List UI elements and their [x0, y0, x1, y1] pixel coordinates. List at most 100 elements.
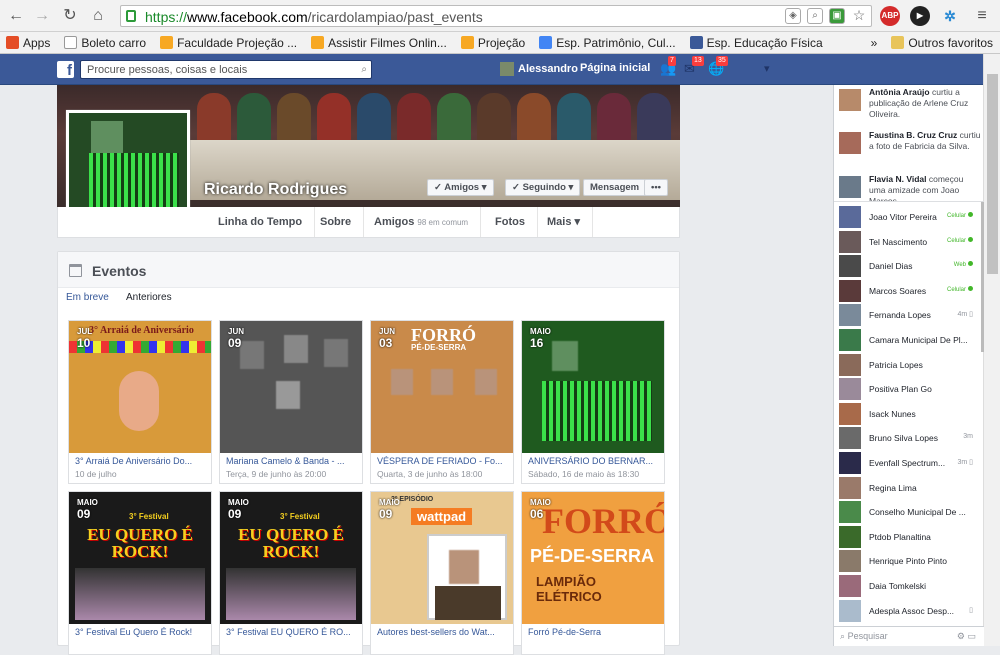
chat-friend[interactable]: Daniel Dias Web [839, 255, 979, 278]
play-icon[interactable]: ▶ [910, 6, 930, 26]
facebook-logo-icon[interactable]: f [57, 61, 74, 79]
page-scrollbar[interactable] [983, 54, 1000, 646]
event-card[interactable]: MAIO 16 ANIVERSÁRIO DO BERNAR... Sábado, 16… [521, 320, 665, 484]
event-title-link[interactable]: Autores best-sellers do Wat... [377, 627, 509, 637]
menu-icon[interactable]: ≡ [972, 6, 992, 26]
event-card[interactable]: 3° Arraiá de Aniversário JUL 10 3° Arraiá D… [68, 320, 212, 484]
bookmark-5[interactable]: Esp. Patrimônio, Cul... [533, 36, 683, 50]
event-card[interactable]: FORRÓ PÉ-DE-SERRA LAMPIÃO ELÉTRICO MAIO 06 Fo… [521, 491, 665, 655]
bookmark-6[interactable]: Esp. Educação Física [684, 36, 831, 50]
chat-friend[interactable]: Bruno Silva Lopes 3m [839, 427, 979, 450]
address-bar[interactable]: https://www.facebook.com/ricardolampiao/… [120, 5, 872, 27]
chat-friend[interactable]: Joao Vitor Pereira Celular [839, 206, 979, 228]
tab-past[interactable]: Anteriores [126, 292, 172, 303]
event-title-link[interactable]: 3° Festival Eu Quero É Rock! [75, 627, 207, 637]
chat-friend[interactable]: Marcos Soares Celular [839, 279, 979, 302]
shield-icon[interactable]: ◈ [785, 8, 801, 24]
scrollbar-thumb[interactable] [987, 74, 998, 274]
chat-friend[interactable]: Evenfall Spectrum... 3m ▯ [839, 452, 979, 474]
following-button[interactable]: ✓ Seguindo ▾ [505, 179, 581, 196]
chat-friend[interactable]: Conselho Municipal De ... [839, 501, 979, 524]
chat-friend[interactable]: Daia Tomkelski [839, 575, 979, 597]
event-title-link[interactable]: 3° Arraiá De Aniversário Do... [75, 456, 207, 466]
tab-upcoming[interactable]: Em breve [66, 292, 109, 303]
chat-scrollbar[interactable] [981, 202, 984, 352]
url-domain: www.facebook.com [187, 9, 308, 25]
friend-name: Daniel Dias [869, 261, 913, 272]
event-title-link[interactable]: Mariana Camelo & Banda - ... [226, 456, 358, 466]
tab-more[interactable]: Mais ▾ [535, 207, 594, 237]
chat-friend[interactable]: Fernanda Lopes 4m ▯ [839, 304, 979, 327]
search-placeholder: Procure pessoas, coisas e locais [87, 64, 248, 76]
bookmark-4[interactable]: Projeção [455, 36, 533, 50]
extension-bug-icon[interactable]: ✲ [940, 6, 960, 26]
event-title-link[interactable]: VÉSPERA DE FERIADO - Fo... [377, 456, 509, 466]
event-card[interactable]: FORRÓ PÉ-DE-SERRA JUN 03 VÉSPERA DE FERIADO … [370, 320, 514, 484]
event-title-link[interactable]: Forró Pé-de-Serra [528, 627, 660, 637]
chat-friend[interactable]: Adespla Assoc Desp... ▯ [839, 599, 979, 622]
star-icon[interactable]: ☆ [851, 8, 867, 24]
bookmarks-more-button[interactable]: » [865, 36, 886, 50]
tab-photos[interactable]: Fotos [483, 207, 538, 237]
bookmark-1[interactable]: Boleto carro [58, 36, 154, 50]
notifications-icon[interactable]: 🌐 35 [708, 56, 728, 77]
tab-timeline[interactable]: Linha do Tempo [206, 207, 316, 237]
avatar [839, 476, 861, 499]
message-button[interactable]: Mensagem [583, 179, 647, 196]
event-image[interactable]: MAIO 16 [522, 321, 664, 453]
chat-friend[interactable]: Tel Nascimento Celular [839, 230, 979, 253]
zoom-icon[interactable]: ⌕ [807, 8, 823, 24]
event-title-link[interactable]: 3° Festival EU QUERO É RO... [226, 627, 358, 637]
event-image[interactable]: JUN 09 [220, 321, 362, 453]
home-icon[interactable]: ⌂ [88, 6, 108, 26]
search-icon[interactable]: ⌕ [361, 64, 367, 75]
chat-friend[interactable]: Camara Municipal De Pl... [839, 329, 979, 351]
chat-search-input[interactable]: ⌕ Pesquisar ⚙ ▭ [834, 626, 984, 646]
back-icon[interactable]: ← [6, 6, 26, 26]
reload-icon[interactable]: ↻ [60, 6, 80, 26]
event-card[interactable]: 3° Festival EU QUERO É ROCK! MAIO 09 3° Fest… [68, 491, 212, 655]
avatar [839, 525, 861, 548]
avatar [839, 230, 861, 253]
search-input[interactable]: Procure pessoas, coisas e locais ⌕ [80, 60, 372, 79]
event-card[interactable]: JUN 09 Mariana Camelo & Banda - ... Terça, … [219, 320, 363, 484]
tab-friends[interactable]: Amigos 98 em comum [362, 207, 482, 237]
chat-friend[interactable]: Positiva Plan Go [839, 378, 979, 401]
profile-name[interactable]: Ricardo Rodrigues [204, 181, 347, 199]
friend-requests-icon[interactable]: 👥 7 [660, 56, 678, 77]
events-title[interactable]: Eventos [92, 263, 146, 279]
friends-button[interactable]: ✓ Amigos ▾ [427, 179, 494, 196]
event-card[interactable]: 3° Festival EU QUERO É ROCK! MAIO 09 3° Fest… [219, 491, 363, 655]
event-image[interactable]: 3° Festival EU QUERO É ROCK! MAIO 09 [69, 492, 211, 624]
account-menu-icon[interactable]: ▾ [764, 62, 770, 75]
friend-status: Celular [947, 212, 973, 219]
chat-friend[interactable]: Henrique Pinto Pinto [839, 550, 979, 573]
user-profile-link[interactable]: Alessandro [500, 62, 578, 76]
chat-friend[interactable]: Isack Nunes [839, 402, 979, 425]
event-card[interactable]: 2º EPISÓDIO wattpad MAIO 09 Autores best-sel… [370, 491, 514, 655]
event-title-link[interactable]: ANIVERSÁRIO DO BERNAR... [528, 456, 660, 466]
forward-icon[interactable]: → [32, 6, 52, 26]
extension-icon[interactable]: ▣ [829, 8, 845, 24]
adblock-icon[interactable]: ABP [880, 6, 900, 26]
messages-icon[interactable]: ✉ 13 [684, 56, 704, 77]
chat-friend[interactable]: Regina Lima [839, 476, 979, 499]
url-text[interactable]: https://www.facebook.com/ricardolampiao/… [145, 9, 483, 25]
event-image[interactable]: 3° Festival EU QUERO É ROCK! MAIO 09 [220, 492, 362, 624]
event-image[interactable]: FORRÓ PÉ-DE-SERRA JUN 03 [371, 321, 513, 453]
bookmark-2[interactable]: Faculdade Projeção ... [154, 36, 305, 50]
event-image[interactable]: 2º EPISÓDIO wattpad MAIO 09 [371, 492, 513, 624]
tab-about[interactable]: Sobre [308, 207, 365, 237]
event-image[interactable]: FORRÓ PÉ-DE-SERRA LAMPIÃO ELÉTRICO MAIO 06 [522, 492, 664, 624]
bookmark-0[interactable]: Apps [0, 36, 58, 50]
event-when: Quarta, 3 de junho às 18:00 [377, 469, 483, 479]
other-bookmarks-folder[interactable]: Outros favoritos [885, 36, 1000, 50]
bookmark-3[interactable]: Assistir Filmes Onlin... [305, 36, 455, 50]
cover-figure [197, 93, 231, 143]
home-link[interactable]: Página inicial [580, 62, 650, 74]
chat-friend[interactable]: Ptdob Planaltina [839, 525, 979, 548]
chat-friend[interactable]: Patricia Lopes [839, 353, 979, 376]
more-options-button[interactable]: ••• [644, 179, 668, 196]
event-image[interactable]: 3° Arraiá de Aniversário JUL 10 [69, 321, 211, 453]
chat-settings-icon[interactable]: ⚙ ▭ [957, 631, 976, 642]
